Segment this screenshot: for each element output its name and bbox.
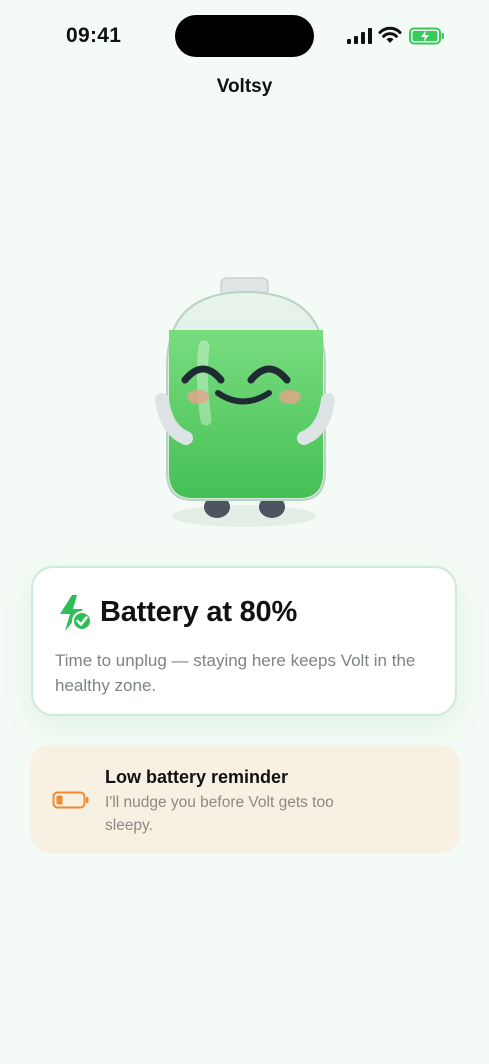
wifi-icon — [378, 26, 402, 43]
bolt-check-icon — [60, 595, 92, 631]
cellular-signal-icon — [347, 28, 372, 44]
reminder-body: I'll nudge you before Volt gets too slee… — [105, 794, 334, 834]
status-bar: 09:41 — [0, 0, 489, 70]
app-title: Voltsy — [216, 76, 273, 97]
status-time: 09:41 — [66, 24, 122, 47]
reminder-title: Low battery reminder — [105, 767, 289, 787]
low-battery-reminder-card[interactable]: Low battery reminder I'll nudge you befo… — [30, 745, 460, 853]
dynamic-island — [175, 15, 314, 57]
battery-card-body: Time to unplug — staying here keeps Volt… — [55, 651, 416, 695]
battery-charging-icon — [409, 27, 444, 45]
battery-mascot — [155, 277, 335, 527]
low-battery-icon — [52, 791, 89, 809]
battery-status-card: Battery at 80% Time to unplug — staying … — [31, 566, 457, 716]
battery-card-title: Battery at 80% — [100, 596, 298, 628]
